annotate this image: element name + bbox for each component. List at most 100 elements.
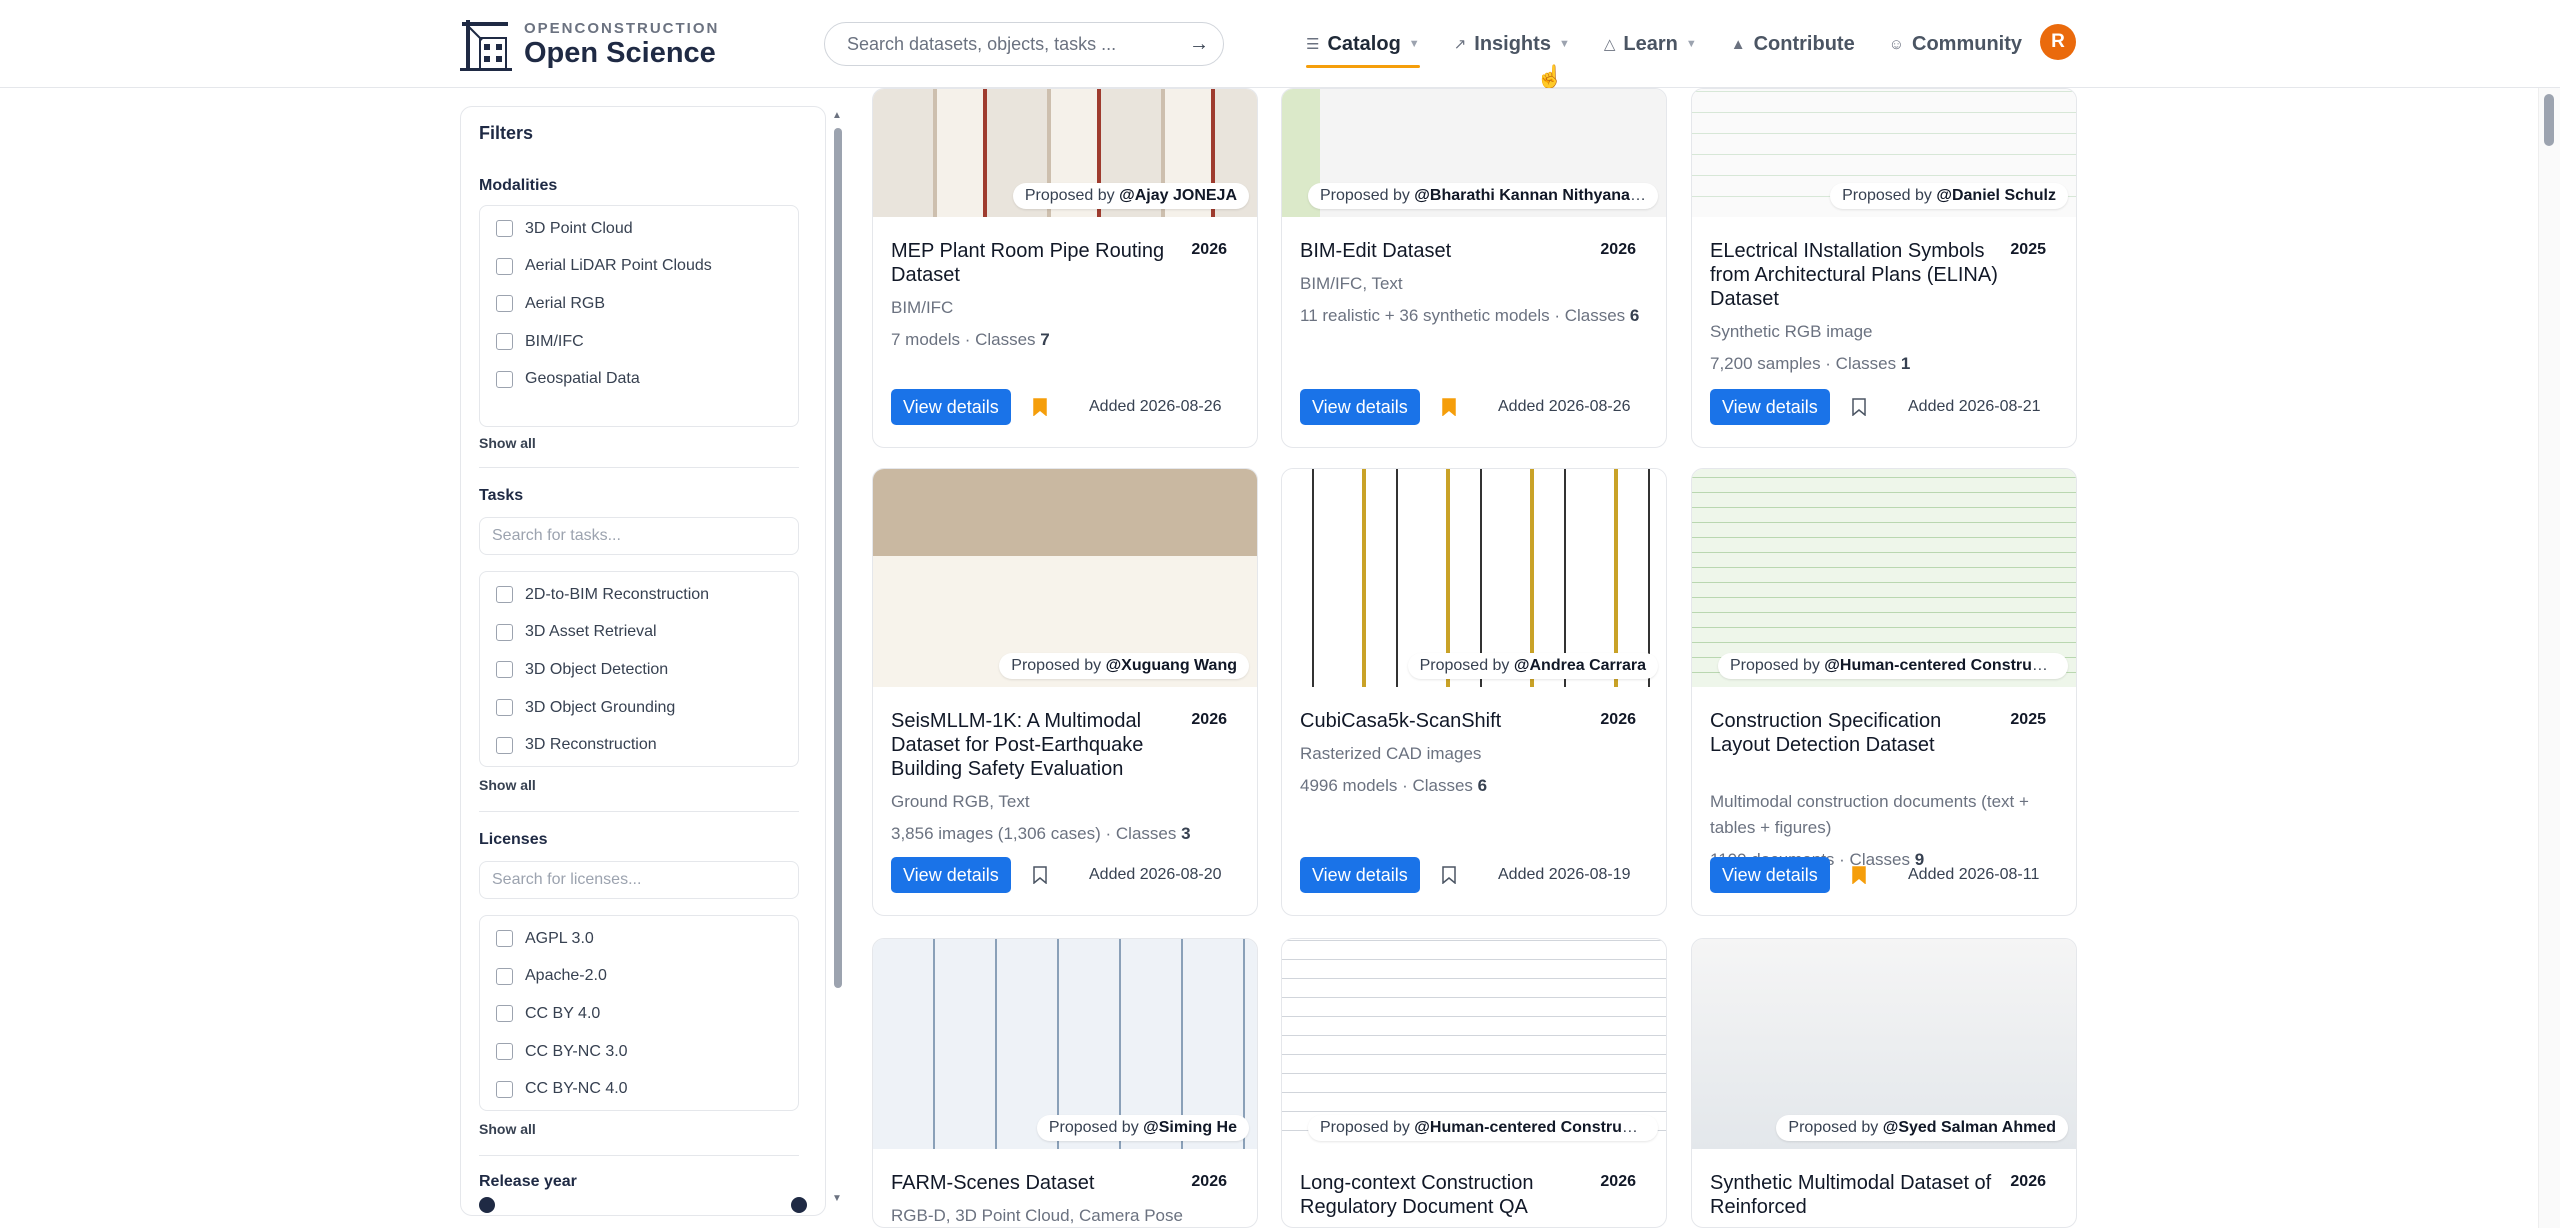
modalities-show-all[interactable]: Show all xyxy=(479,435,536,451)
tasks-show-all[interactable]: Show all xyxy=(479,777,536,793)
author-name[interactable]: @Daniel Schulz xyxy=(1936,187,2056,204)
tasks-option[interactable]: 3D Reconstruction xyxy=(480,726,798,764)
tasks-option[interactable]: 3D Object Detection xyxy=(480,651,798,689)
user-avatar[interactable]: R xyxy=(2040,24,2076,60)
modalities-option[interactable]: Geospatial Data xyxy=(480,360,798,398)
dataset-title[interactable]: CubiCasa5k-ScanShift xyxy=(1300,709,1590,733)
licenses-show-all[interactable]: Show all xyxy=(479,1121,536,1137)
checkbox[interactable] xyxy=(496,1005,513,1023)
dataset-thumbnail[interactable]: Proposed by @Andrea Carrara xyxy=(1282,469,1666,687)
tasks-option[interactable]: 3D Object Grounding xyxy=(480,689,798,727)
dataset-card[interactable]: Proposed by @Human-centered Construct...… xyxy=(1281,938,1667,1228)
bookmark-icon[interactable] xyxy=(1442,866,1456,884)
dataset-title[interactable]: FARM-Scenes Dataset xyxy=(891,1171,1181,1195)
dataset-title[interactable]: ELectrical INstallation Symbols from Arc… xyxy=(1710,239,2000,311)
dataset-thumbnail[interactable]: Proposed by @Ajay JONEJA xyxy=(873,89,1257,217)
licenses-option[interactable]: CC BY 4.0 xyxy=(480,995,798,1033)
scroll-up-icon[interactable]: ▲ xyxy=(832,110,842,121)
modalities-option[interactable]: Aerial RGB xyxy=(480,285,798,323)
bookmark-icon[interactable] xyxy=(1852,866,1866,884)
year-slider-max-handle[interactable] xyxy=(791,1197,807,1213)
dataset-thumbnail[interactable]: Proposed by @Syed Salman Ahmed xyxy=(1692,939,2076,1149)
licenses-option[interactable]: CC BY-NC 4.0 xyxy=(480,1070,798,1108)
bookmark-icon[interactable] xyxy=(1033,398,1047,416)
dataset-card[interactable]: Proposed by @Andrea Carrara CubiCasa5k-Sc… xyxy=(1281,468,1667,916)
tasks-option[interactable]: 3D Asset Retrieval xyxy=(480,614,798,652)
dataset-title[interactable]: Long-context Construction Regulatory Doc… xyxy=(1300,1171,1590,1219)
view-details-button[interactable]: View details xyxy=(1300,857,1420,893)
view-details-button[interactable]: View details xyxy=(891,389,1011,425)
modalities-option[interactable]: BIM/IFC xyxy=(480,323,798,361)
dataset-card[interactable]: Proposed by @Bharathi Kannan Nithyanan..… xyxy=(1281,88,1667,448)
nav-learn[interactable]: △ Learn ▼ xyxy=(1604,22,1697,66)
dataset-thumbnail[interactable]: Proposed by @Human-centered Construct... xyxy=(1692,469,2076,687)
author-name[interactable]: @Andrea Carrara xyxy=(1514,657,1646,674)
checkbox[interactable] xyxy=(496,295,513,313)
licenses-option[interactable]: AGPL 3.0 xyxy=(480,920,798,958)
tasks-option[interactable]: 2D-to-BIM Reconstruction xyxy=(480,576,798,614)
dataset-thumbnail[interactable]: Proposed by @Xuguang Wang xyxy=(873,469,1257,687)
dataset-thumbnail[interactable]: Proposed by @Daniel Schulz xyxy=(1692,89,2076,217)
view-details-button[interactable]: View details xyxy=(891,857,1011,893)
checkbox[interactable] xyxy=(496,930,513,948)
dataset-card[interactable]: Proposed by @Human-centered Construct...… xyxy=(1691,468,2077,916)
view-details-button[interactable]: View details xyxy=(1300,389,1420,425)
dataset-title[interactable]: MEP Plant Room Pipe Routing Dataset xyxy=(891,239,1181,287)
bookmark-icon[interactable] xyxy=(1852,398,1866,416)
checkbox[interactable] xyxy=(496,623,513,641)
author-name[interactable]: @Xuguang Wang xyxy=(1106,657,1237,674)
checkbox[interactable] xyxy=(496,1080,513,1098)
dataset-title[interactable]: Construction Specification Layout Detect… xyxy=(1710,709,2000,757)
scroll-down-icon[interactable]: ▼ xyxy=(832,1193,842,1204)
dataset-thumbnail[interactable]: Proposed by @Bharathi Kannan Nithyanan..… xyxy=(1282,89,1666,217)
dataset-title[interactable]: Synthetic Multimodal Dataset of Reinforc… xyxy=(1710,1171,2000,1219)
nav-catalog[interactable]: ☰ Catalog ▼ xyxy=(1306,22,1420,68)
checkbox[interactable] xyxy=(496,661,513,679)
checkbox[interactable] xyxy=(496,370,513,388)
checkbox[interactable] xyxy=(496,220,513,238)
nav-community[interactable]: ☺ Community xyxy=(1889,22,2022,66)
dataset-card[interactable]: Proposed by @Xuguang Wang SeisMLLM-1K: A … xyxy=(872,468,1258,916)
licenses-option[interactable]: Apache-2.0 xyxy=(480,958,798,996)
site-logo[interactable]: OPENCONSTRUCTION Open Science xyxy=(460,14,719,74)
checkbox[interactable] xyxy=(496,333,513,351)
licenses-option[interactable]: CC BY-NC 3.0 xyxy=(480,1033,798,1071)
year-slider-min-handle[interactable] xyxy=(479,1197,495,1213)
checkbox[interactable] xyxy=(496,586,513,604)
dataset-thumbnail[interactable]: Proposed by @Human-centered Construct... xyxy=(1282,939,1666,1149)
dataset-title[interactable]: BIM-Edit Dataset xyxy=(1300,239,1590,263)
author-name[interactable]: @Ajay JONEJA xyxy=(1119,187,1237,204)
dataset-card[interactable]: Proposed by @Syed Salman Ahmed Synthetic … xyxy=(1691,938,2077,1228)
dataset-title[interactable]: SeisMLLM-1K: A Multimodal Dataset for Po… xyxy=(891,709,1181,781)
author-name[interactable]: @Human-centered Construct... xyxy=(1824,657,2059,674)
checkbox[interactable] xyxy=(496,699,513,717)
nav-insights[interactable]: ↗ Insights ▼ xyxy=(1454,22,1570,66)
dataset-thumbnail[interactable]: Proposed by @Siming He xyxy=(873,939,1257,1149)
bookmark-icon[interactable] xyxy=(1033,866,1047,884)
bookmark-icon[interactable] xyxy=(1442,398,1456,416)
author-name[interactable]: @Bharathi Kannan Nithyanan... xyxy=(1414,187,1653,204)
tasks-search-input[interactable] xyxy=(479,517,799,555)
checkbox[interactable] xyxy=(496,257,513,275)
dataset-card[interactable]: Proposed by @Ajay JONEJA MEP Plant Room P… xyxy=(872,88,1258,448)
scrollbar-thumb[interactable] xyxy=(2544,94,2554,146)
author-name[interactable]: @Human-centered Construct... xyxy=(1414,1119,1649,1136)
licenses-search-input[interactable] xyxy=(479,861,799,899)
view-details-button[interactable]: View details xyxy=(1710,389,1830,425)
dataset-card[interactable]: Proposed by @Siming He FARM-Scenes Datase… xyxy=(872,938,1258,1228)
dataset-card[interactable]: Proposed by @Daniel Schulz ELectrical INs… xyxy=(1691,88,2077,448)
author-name[interactable]: @Syed Salman Ahmed xyxy=(1883,1119,2056,1136)
nav-contribute[interactable]: ▲ Contribute xyxy=(1731,22,1855,66)
checkbox[interactable] xyxy=(496,1043,513,1061)
checkbox[interactable] xyxy=(496,736,513,754)
modalities-option[interactable]: Aerial LiDAR Point Clouds xyxy=(480,248,798,286)
sidebar-scrollbar[interactable]: ▲ ▼ xyxy=(830,106,846,1206)
arrow-right-icon[interactable]: → xyxy=(1189,33,1209,56)
page-scrollbar[interactable] xyxy=(2538,88,2560,1228)
author-name[interactable]: @Siming He xyxy=(1143,1119,1237,1136)
checkbox[interactable] xyxy=(496,967,513,985)
view-details-button[interactable]: View details xyxy=(1710,857,1830,893)
search-input[interactable] xyxy=(845,32,1189,56)
modalities-option[interactable]: 3D Point Cloud xyxy=(480,210,798,248)
scrollbar-thumb[interactable] xyxy=(834,128,842,988)
